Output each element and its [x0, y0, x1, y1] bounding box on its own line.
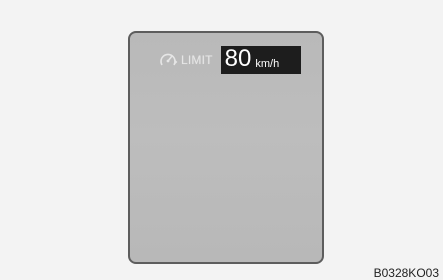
speed-limit-row: LIMIT 80 km/h — [158, 46, 301, 74]
figure-reference-code: B0328KO03 — [373, 266, 439, 280]
speed-limit-value-box: 80 km/h — [220, 45, 301, 74]
cluster-display: LIMIT 80 km/h — [128, 31, 324, 264]
speed-unit: km/h — [255, 58, 280, 70]
limit-label: LIMIT — [181, 53, 213, 67]
speed-limit-value: 80 — [224, 45, 252, 72]
speed-limiter-icon — [158, 51, 179, 69]
